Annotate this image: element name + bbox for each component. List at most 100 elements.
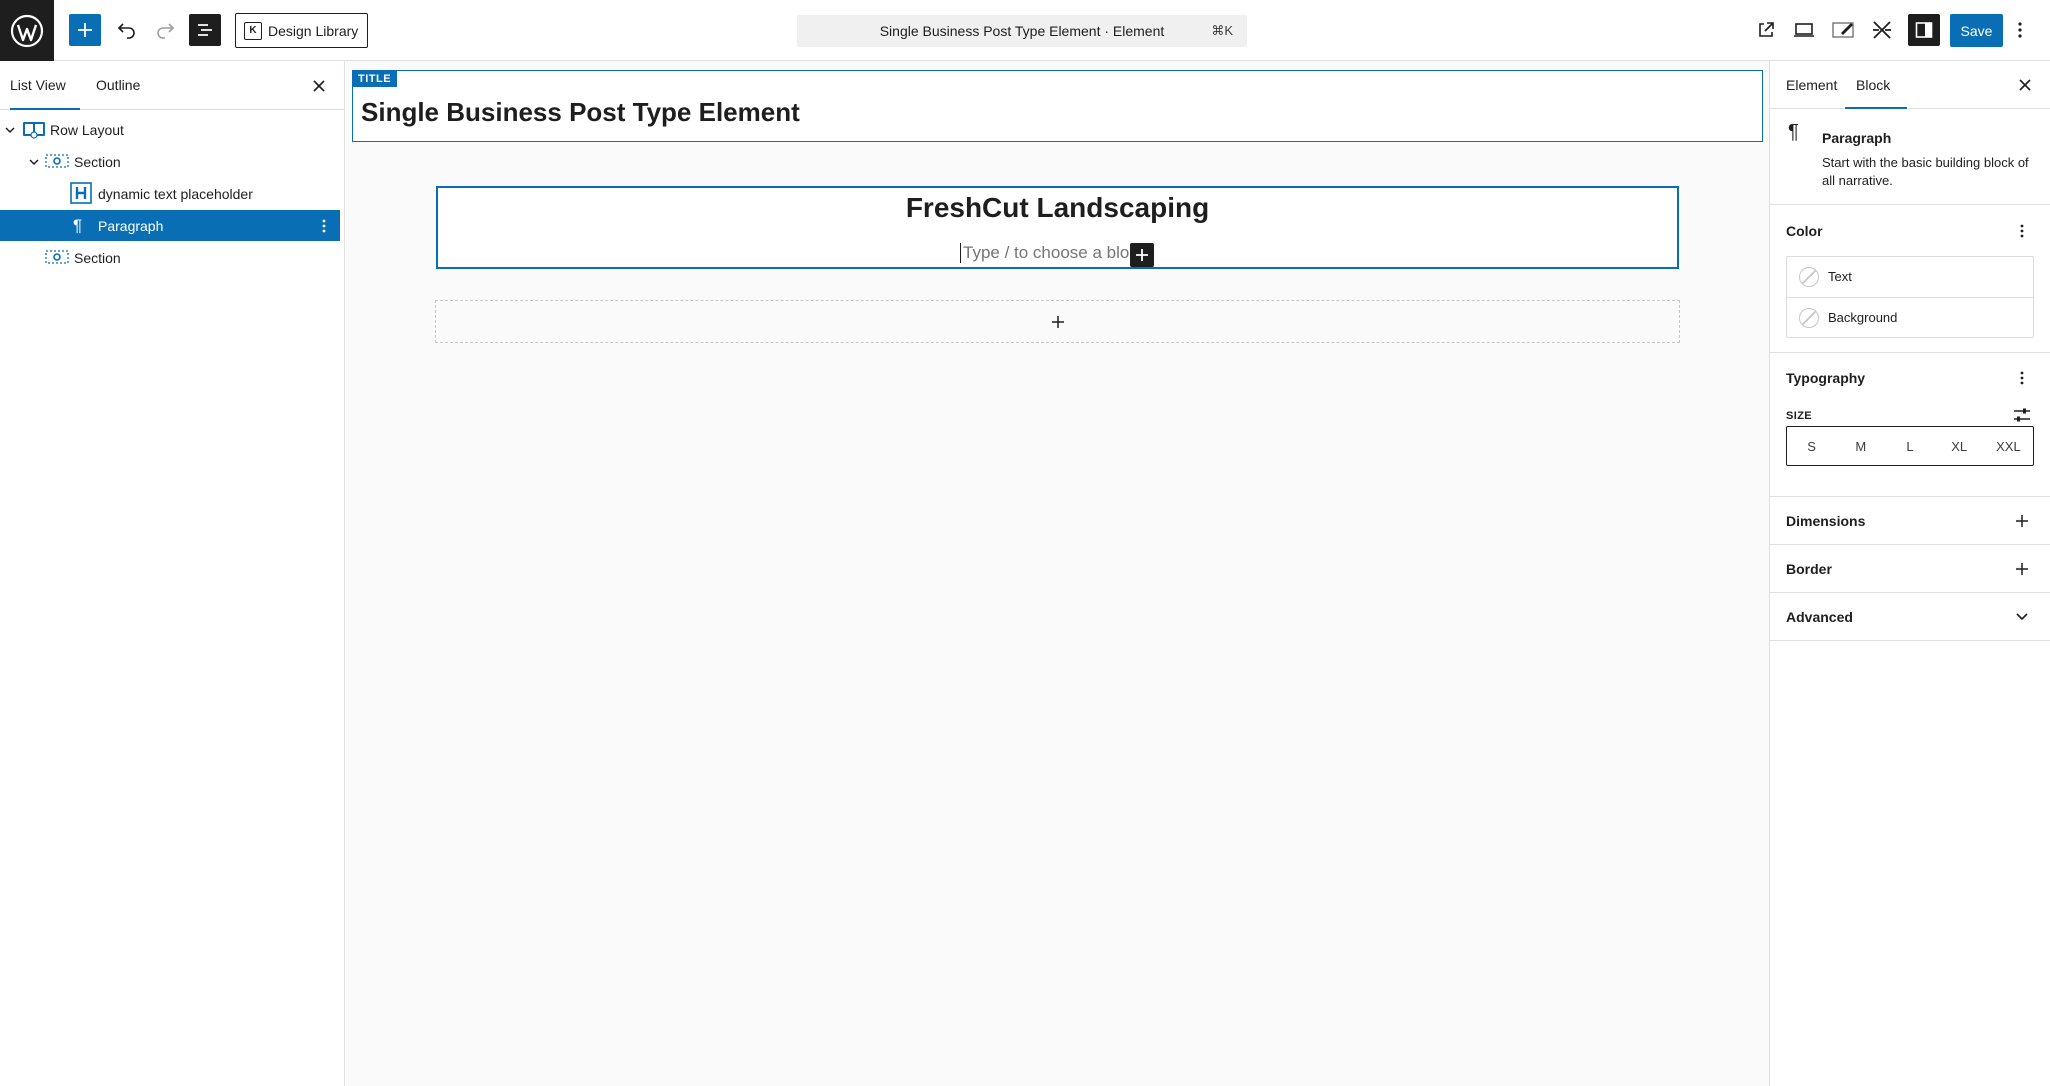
font-size-label: SIZE	[1786, 410, 1813, 422]
view-post-button[interactable]	[1750, 14, 1782, 46]
save-button[interactable]: Save	[1950, 14, 2003, 47]
color-settings-list: Text Background	[1786, 256, 2034, 338]
advanced-panel[interactable]: Advanced	[1770, 593, 2050, 641]
list-item-label: Section	[74, 249, 121, 266]
size-option-m[interactable]: M	[1836, 427, 1885, 465]
plus-icon	[1136, 249, 1148, 261]
plus-icon	[1051, 315, 1064, 328]
dimensions-panel[interactable]: Dimensions	[1770, 497, 2050, 545]
inline-add-block-button[interactable]	[1130, 243, 1154, 267]
kadence-library-icon: K	[244, 21, 262, 40]
dimensions-add-button[interactable]	[2010, 509, 2034, 533]
paragraph-icon: ¶	[1788, 121, 1799, 143]
plus-icon	[78, 23, 92, 37]
section-icon	[45, 153, 69, 169]
block-card-title: Paragraph	[1822, 130, 1892, 146]
list-item-label: Section	[74, 153, 121, 170]
row-layout-block[interactable]: FreshCut Landscaping Type / to choose a …	[436, 186, 1679, 269]
add-block-button[interactable]	[69, 14, 101, 46]
empty-swatch-icon	[1799, 267, 1819, 287]
empty-swatch-icon	[1799, 308, 1819, 328]
more-vertical-icon	[2020, 371, 2024, 385]
list-view-icon	[198, 24, 212, 36]
close-icon	[313, 80, 325, 92]
tab-outline[interactable]: Outline	[96, 61, 140, 110]
color-panel-title: Color	[1786, 223, 1823, 239]
command-palette-bar[interactable]: Single Business Post Type Element · Elem…	[797, 15, 1247, 47]
chevron-down-icon[interactable]	[3, 123, 17, 137]
size-option-s[interactable]: S	[1787, 427, 1836, 465]
kadence-icon	[1873, 21, 1891, 39]
background-color-button[interactable]: Background	[1787, 297, 2033, 337]
color-options-button[interactable]	[2010, 219, 2034, 243]
redo-button[interactable]	[149, 14, 181, 46]
wordpress-icon	[10, 14, 44, 47]
list-item-paragraph[interactable]: ¶ Paragraph	[0, 210, 340, 241]
settings-sliders-icon	[2014, 408, 2030, 422]
border-add-button[interactable]	[2010, 557, 2034, 581]
color-item-label: Background	[1828, 310, 1898, 325]
editor-header: K Design Library Single Business Post Ty…	[0, 0, 2050, 61]
wordpress-logo-button[interactable]	[0, 0, 54, 61]
dynamic-heading[interactable]: FreshCut Landscaping	[438, 192, 1677, 224]
size-option-xxl[interactable]: XXL	[1984, 427, 2033, 465]
font-size-toggle-group: S M L XL XXL	[1786, 426, 2034, 466]
undo-button[interactable]	[111, 14, 143, 46]
block-appender[interactable]	[435, 300, 1680, 343]
tab-block[interactable]: Block	[1845, 61, 1907, 109]
plus-icon	[2016, 515, 2028, 527]
size-option-xl[interactable]: XL	[1935, 427, 1984, 465]
border-panel-title: Border	[1786, 561, 1832, 577]
element-preview-button[interactable]	[1828, 14, 1860, 46]
size-option-l[interactable]: L	[1885, 427, 1934, 465]
sidebar-toggle-icon	[1915, 22, 1933, 38]
command-shortcut: ⌘K	[1211, 23, 1233, 38]
custom-size-button[interactable]	[2012, 406, 2032, 424]
settings-sidebar: Element Block ¶ Paragraph Start with the…	[1769, 61, 2050, 1086]
desktop-icon	[1794, 23, 1814, 37]
tab-element[interactable]: Element	[1786, 61, 1837, 109]
external-link-icon	[1759, 22, 1774, 37]
list-view-tabs: List View Outline	[0, 61, 344, 110]
list-item-dynamic-text[interactable]: dynamic text placeholder	[0, 178, 340, 209]
paragraph-icon: ¶	[73, 216, 83, 235]
list-item-section[interactable]: Section	[0, 146, 340, 177]
text-color-button[interactable]: Text	[1787, 257, 2033, 297]
block-card-description: Start with the basic building block of a…	[1822, 155, 2029, 188]
paragraph-placeholder[interactable]: Type / to choose a blo	[963, 243, 1129, 263]
preview-pen-icon	[1832, 22, 1854, 38]
close-settings-button[interactable]	[2015, 75, 2035, 95]
advanced-panel-title: Advanced	[1786, 609, 1853, 625]
more-vertical-icon	[322, 219, 326, 233]
typography-options-button[interactable]	[2010, 366, 2034, 390]
block-options-button[interactable]	[318, 217, 330, 235]
tab-list-view[interactable]: List View	[10, 61, 80, 110]
document-overview-button[interactable]	[189, 14, 221, 46]
design-library-button[interactable]: K Design Library	[235, 13, 369, 48]
kadence-controls-button[interactable]	[1866, 14, 1898, 46]
heading-h-icon	[70, 182, 92, 204]
close-icon	[2019, 79, 2031, 91]
list-item-row-layout[interactable]: Row Layout	[0, 114, 340, 145]
more-vertical-icon	[2018, 22, 2022, 38]
list-view-panel: List View Outline Row Layout Section dyn…	[0, 61, 345, 1086]
command-bar-title: Single Business Post Type Element · Elem…	[879, 23, 1165, 39]
page-title[interactable]: Single Business Post Type Element	[361, 97, 800, 128]
chevron-down-icon[interactable]	[27, 155, 41, 169]
options-menu-button[interactable]	[2010, 14, 2030, 46]
border-panel[interactable]: Border	[1770, 545, 2050, 593]
post-title-block[interactable]: TITLE Single Business Post Type Element	[352, 70, 1763, 142]
settings-sidebar-button[interactable]	[1908, 14, 1940, 46]
close-list-view-button[interactable]	[309, 76, 329, 96]
device-preview-button[interactable]	[1788, 14, 1820, 46]
plus-icon	[2016, 563, 2028, 575]
more-vertical-icon	[2020, 224, 2024, 238]
editor-canvas: TITLE Single Business Post Type Element …	[346, 61, 1769, 1086]
title-badge: TITLE	[352, 70, 398, 87]
color-panel: Color Text Background	[1770, 206, 2050, 353]
color-item-label: Text	[1828, 269, 1852, 284]
list-item-label: Row Layout	[50, 121, 124, 138]
chevron-down-icon[interactable]	[2010, 605, 2034, 629]
typography-panel-title: Typography	[1786, 370, 1866, 386]
list-item-section[interactable]: Section	[0, 242, 340, 273]
